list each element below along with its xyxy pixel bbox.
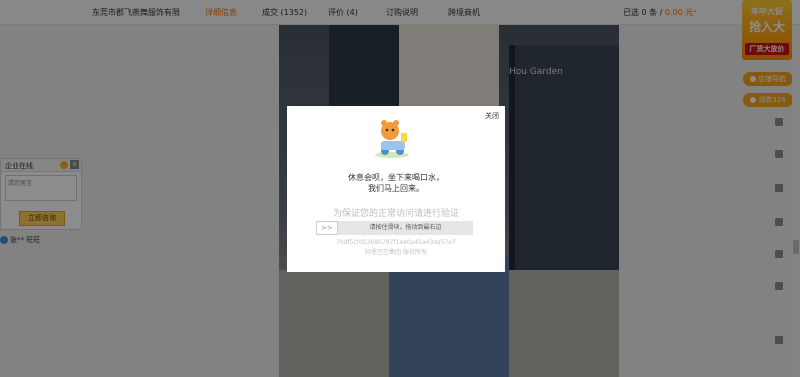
rest-message-line1: 休息会呗，坐下来喝口水， (348, 173, 444, 182)
rest-message: 休息会呗，坐下来喝口水， 我们马上回来。 (287, 172, 505, 194)
verify-title: 为保证您的正常访问请进行验证 (332, 209, 459, 219)
slider-handle[interactable]: >> (316, 221, 338, 235)
copyright-text: 阿里巴巴集团 版权所有 (365, 249, 427, 256)
close-button[interactable]: 关闭 (485, 111, 499, 121)
rest-message-line2: 我们马上回来。 (368, 184, 424, 193)
slide-verify-track[interactable]: >> 请按住滑块，拖动到最右边 (316, 221, 473, 235)
mascot-illustration (375, 120, 409, 158)
request-token: 7bdf5cfd53680797f1a40a45a43da57e7 (336, 239, 456, 246)
verification-dialog: 关闭 休息会呗，坐下来喝口水， 我们马上回来。 为保证您的正常访问请进行验证 >… (287, 106, 505, 272)
slider-label: 请按住滑块，拖动到最右边 (369, 224, 442, 231)
